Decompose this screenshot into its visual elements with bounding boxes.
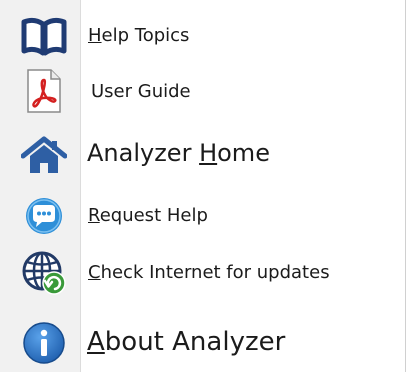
help-menu: Help Topics User Guide Analyzer Home Req… (0, 0, 406, 372)
info-icon (20, 319, 68, 367)
menu-item-user-guide[interactable]: User Guide (0, 66, 404, 116)
menu-item-request-help[interactable]: Request Help (0, 191, 404, 241)
menu-item-label: Check Internet for updates (88, 262, 330, 283)
menu-item-label: Analyzer Home (87, 139, 270, 167)
globe-refresh-icon (20, 249, 68, 297)
menu-item-analyzer-home[interactable]: Analyzer Home (0, 129, 404, 181)
chat-bubble-icon (20, 193, 68, 239)
menu-item-check-updates[interactable]: Check Internet for updates (0, 246, 404, 300)
menu-item-label: Help Topics (88, 25, 190, 46)
home-icon (20, 133, 68, 177)
menu-item-label: About Analyzer (87, 327, 286, 357)
menu-item-label: User Guide (91, 81, 191, 102)
menu-item-label: Request Help (88, 205, 208, 226)
pdf-document-icon (20, 68, 68, 114)
menu-item-about-analyzer[interactable]: About Analyzer (0, 317, 404, 369)
open-book-icon (20, 14, 68, 58)
menu-item-help-topics[interactable]: Help Topics (0, 12, 404, 60)
